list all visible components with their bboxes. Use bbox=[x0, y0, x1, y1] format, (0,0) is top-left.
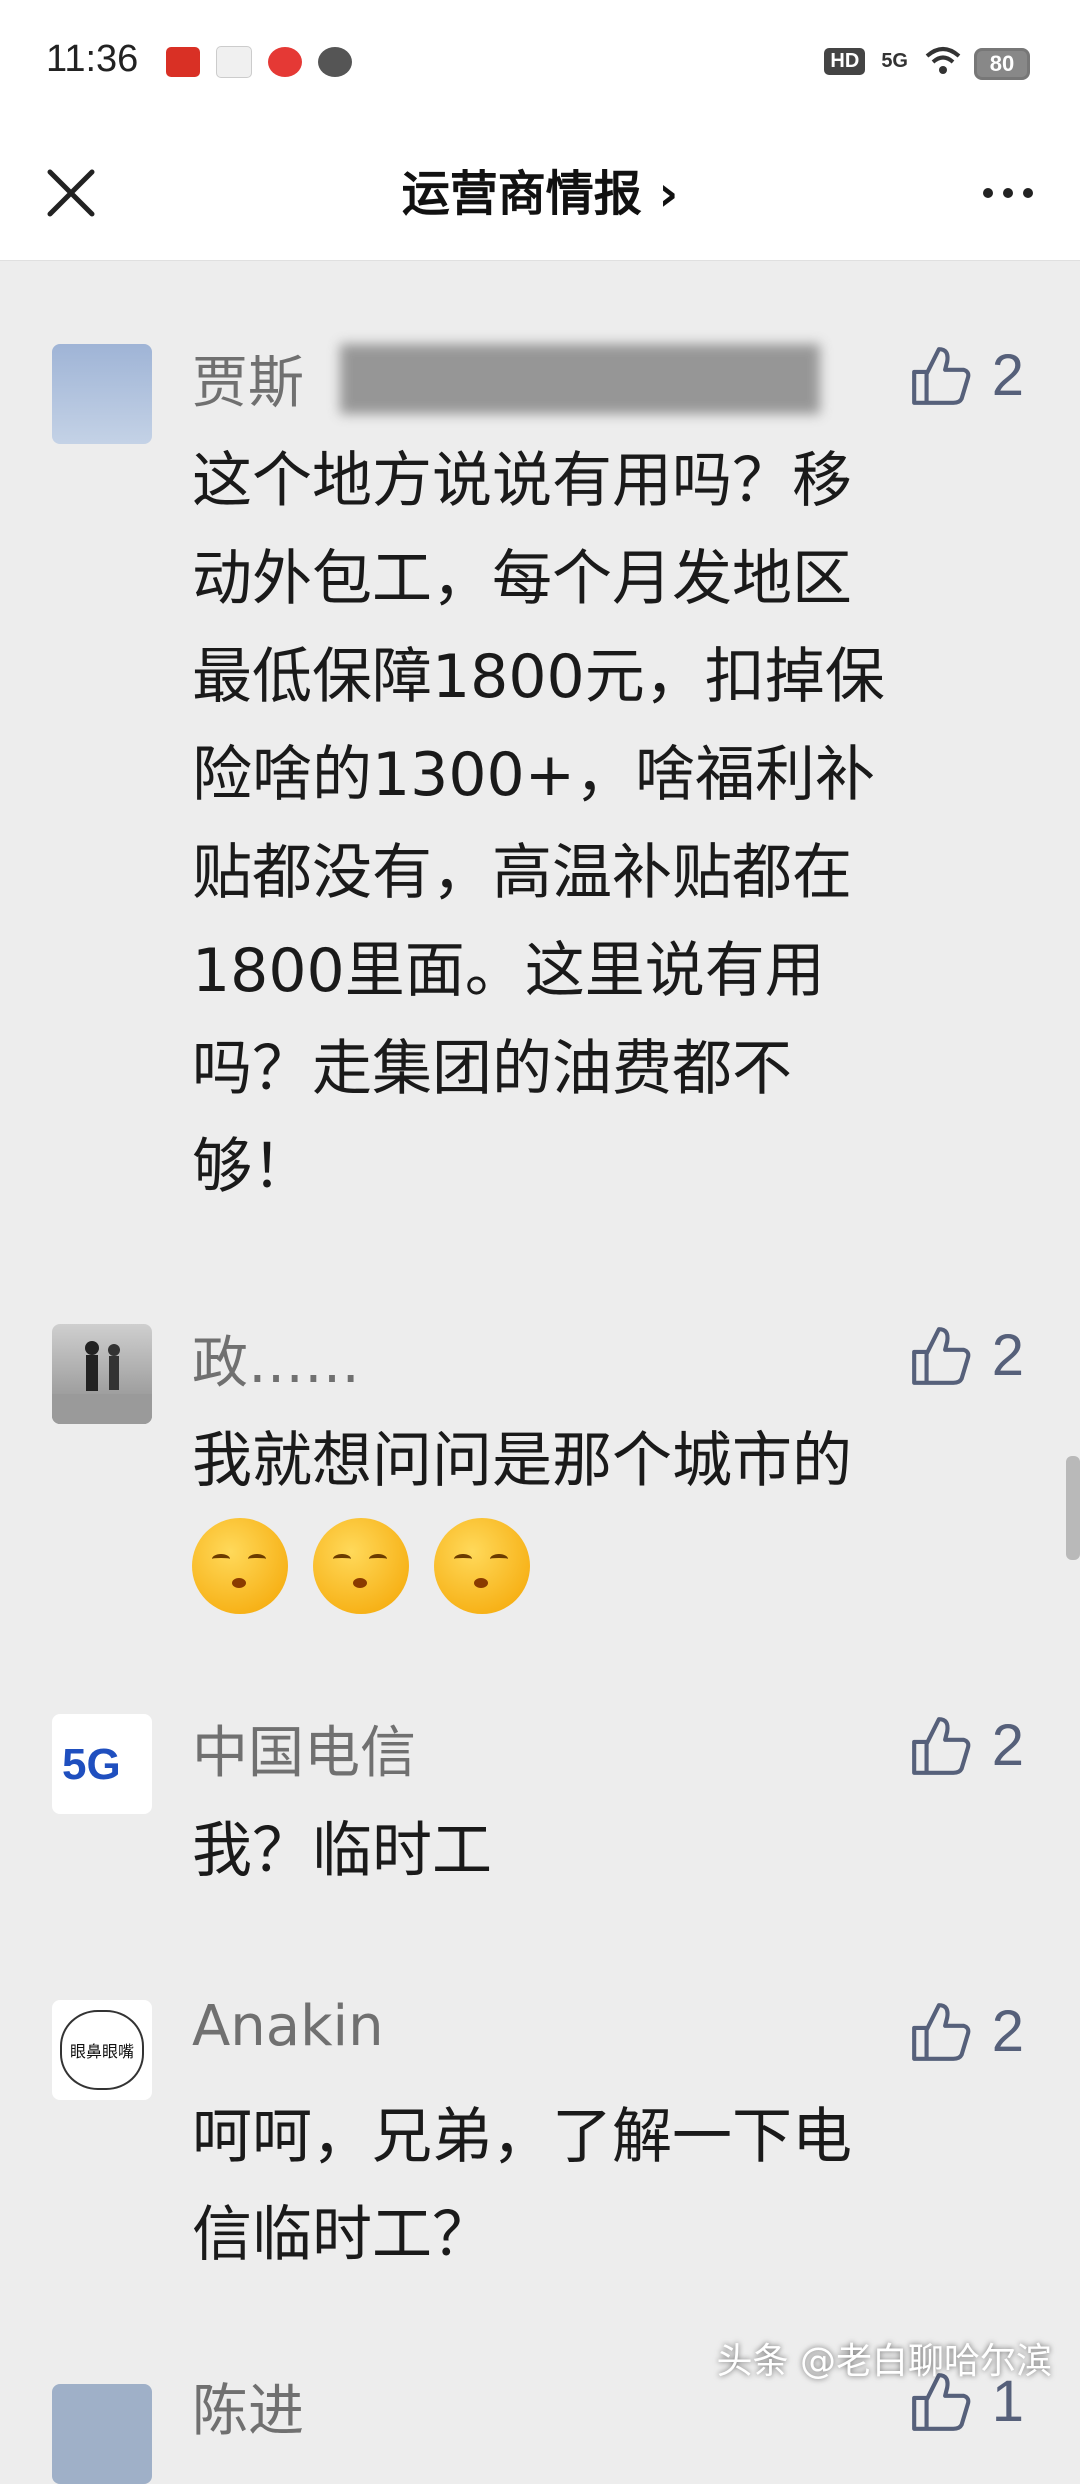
shush-emoji-icon bbox=[434, 1518, 531, 1615]
like-button[interactable]: 2 bbox=[908, 342, 1024, 409]
comment-author[interactable]: 贾斯 bbox=[192, 338, 304, 419]
avatar[interactable]: 眼鼻眼嘴 bbox=[52, 2000, 152, 2100]
thumbs-up-icon bbox=[911, 1326, 971, 1385]
like-button[interactable]: 2 bbox=[908, 1712, 1024, 1779]
like-button[interactable]: 2 bbox=[908, 1998, 1024, 2065]
comment-author[interactable]: 陈进 bbox=[192, 2366, 304, 2447]
like-count: 2 bbox=[991, 1999, 1024, 2064]
like-count: 2 bbox=[991, 1713, 1024, 1778]
comment-author[interactable]: Anakin bbox=[192, 1994, 384, 2059]
avatar[interactable] bbox=[52, 344, 152, 444]
comment-author[interactable]: 政…… bbox=[192, 1318, 360, 1399]
emoji-row bbox=[192, 1514, 1022, 1615]
like-count: 2 bbox=[991, 1323, 1024, 1388]
comment-author[interactable]: 中国电信 bbox=[192, 1708, 416, 1789]
more-options-button[interactable] bbox=[976, 168, 1040, 218]
signal-icon: 5G bbox=[881, 49, 908, 72]
avatar[interactable] bbox=[52, 1324, 152, 1424]
like-count: 2 bbox=[991, 343, 1024, 408]
cartoon-face-avatar: 眼鼻眼嘴 bbox=[60, 2010, 144, 2090]
wifi-icon bbox=[925, 47, 961, 74]
battery-indicator: 80 bbox=[974, 48, 1030, 80]
comment-text: 我？临时工 bbox=[192, 1816, 492, 1886]
nav-bar: 运营商情报 › bbox=[0, 130, 1080, 261]
status-bar: 11:36 HD 5G 80 bbox=[0, 0, 1080, 130]
comment-text: 这个地方说说有用吗？移 动外包工，每个月发地区 最低保障1800元，扣掉保 险啥… bbox=[192, 446, 885, 1202]
toutiao-app-icon bbox=[166, 47, 200, 77]
shush-emoji-icon bbox=[192, 1518, 288, 1615]
like-button[interactable]: 2 bbox=[908, 1322, 1024, 1389]
scrollbar[interactable] bbox=[1066, 1456, 1080, 1560]
shush-emoji-icon bbox=[313, 1518, 410, 1615]
more-icon bbox=[983, 188, 993, 198]
page-title[interactable]: 运营商情报 › bbox=[0, 154, 1080, 224]
couple-photo bbox=[52, 1341, 152, 1424]
comment-text: 我就想问问是那个城市的 bbox=[192, 1412, 1022, 1615]
status-time: 11:36 bbox=[46, 38, 139, 80]
thumbs-up-icon bbox=[911, 2002, 971, 2061]
avatar[interactable]: 5G bbox=[52, 1714, 152, 1814]
comment-text: 呵呵，兄弟，了解一下电 信临时工？ bbox=[192, 2102, 852, 2270]
thumbs-up-icon bbox=[911, 1716, 971, 1775]
hd-icon: HD bbox=[824, 47, 866, 75]
status-right-icons: HD 5G bbox=[824, 46, 962, 76]
redacted-name-blur bbox=[340, 344, 820, 414]
message-app-icon bbox=[318, 47, 352, 77]
thumbs-up-icon bbox=[911, 346, 971, 405]
watermark: 头条 @老白聊哈尔滨 bbox=[716, 2341, 1052, 2382]
notification-icons bbox=[166, 46, 352, 78]
map-app-icon bbox=[216, 46, 252, 78]
avatar[interactable] bbox=[52, 2384, 152, 2484]
avatar-5g-logo: 5G bbox=[62, 1740, 121, 1789]
video-app-icon bbox=[268, 47, 302, 77]
